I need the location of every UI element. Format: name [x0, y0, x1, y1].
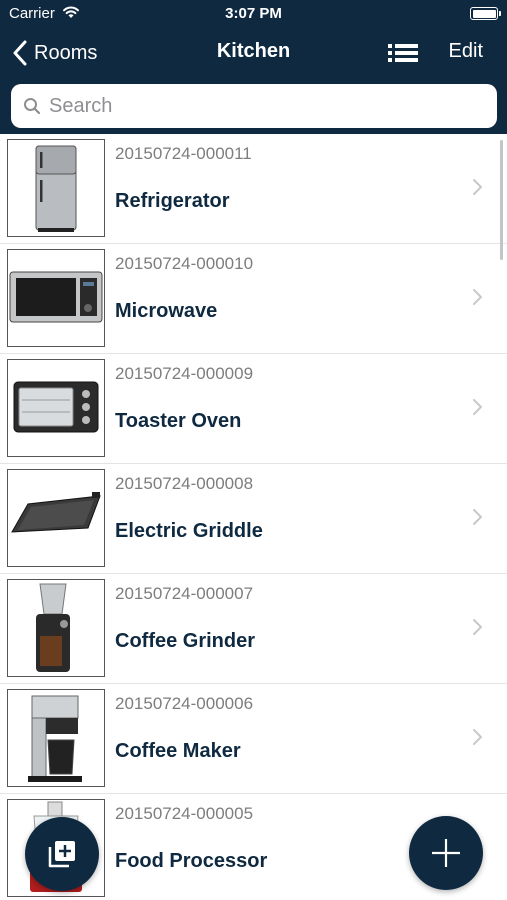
battery-icon — [470, 7, 501, 20]
item-thumbnail — [7, 249, 105, 347]
chevron-right-icon — [473, 399, 482, 415]
app-header: Carrier 3:07 PM Rooms Kitchen Edit — [0, 0, 507, 134]
item-id: 20150724-000008 — [115, 474, 254, 493]
add-photo-button[interactable] — [25, 817, 99, 891]
status-bar: Carrier 3:07 PM — [0, 0, 507, 28]
item-name: Microwave — [115, 300, 218, 322]
item-thumbnail — [7, 689, 105, 787]
list-item[interactable]: 20150724-000006 Coffee Maker — [0, 684, 507, 794]
item-name: Toaster Oven — [115, 410, 242, 432]
item-list[interactable]: 20150724-000011 Refrigerator 20150724-00… — [0, 134, 507, 900]
refrigerator-icon — [35, 145, 77, 232]
add-photo-icon — [48, 841, 75, 868]
chevron-right-icon — [473, 619, 482, 635]
back-button[interactable]: Rooms — [12, 38, 97, 68]
chevron-right-icon — [473, 509, 482, 525]
chevron-right-icon — [473, 179, 482, 195]
item-name: Electric Griddle — [115, 520, 263, 542]
item-id: 20150724-000007 — [115, 584, 254, 603]
item-thumbnail — [7, 139, 105, 237]
coffee-grinder-icon — [36, 583, 70, 672]
list-item[interactable]: 20150724-000007 Coffee Grinder — [0, 574, 507, 684]
back-button-label: Rooms — [34, 41, 98, 64]
edit-button[interactable]: Edit — [449, 40, 483, 63]
item-id: 20150724-000006 — [115, 694, 254, 713]
add-item-button[interactable] — [409, 816, 483, 890]
item-name: Refrigerator — [115, 190, 230, 212]
list-item[interactable]: 20150724-000009 Toaster Oven — [0, 354, 507, 464]
toaster-oven-icon — [13, 381, 99, 433]
microwave-icon — [9, 271, 103, 323]
item-id: 20150724-000005 — [115, 804, 254, 823]
item-thumbnail — [7, 469, 105, 567]
list-item[interactable]: 20150724-000008 Electric Griddle — [0, 464, 507, 574]
chevron-right-icon — [473, 289, 482, 305]
chevron-left-icon — [13, 40, 27, 66]
item-id: 20150724-000009 — [115, 364, 254, 383]
item-thumbnail — [7, 359, 105, 457]
item-name: Food Processor — [115, 850, 268, 872]
item-name: Coffee Maker — [115, 740, 241, 762]
item-thumbnail — [7, 579, 105, 677]
item-name: Coffee Grinder — [115, 630, 256, 652]
clock-time: 3:07 PM — [225, 5, 282, 22]
search-bar[interactable] — [11, 84, 497, 128]
search-input[interactable] — [49, 94, 489, 118]
coffee-maker-icon — [28, 695, 82, 782]
scroll-indicator[interactable] — [500, 140, 503, 260]
search-icon — [24, 98, 41, 115]
list-item[interactable]: 20150724-000011 Refrigerator — [0, 134, 507, 244]
item-id: 20150724-000010 — [115, 254, 254, 273]
griddle-icon — [11, 492, 101, 533]
item-id: 20150724-000011 — [115, 144, 252, 163]
navigation-bar: Rooms Kitchen Edit — [0, 28, 507, 78]
chevron-right-icon — [473, 729, 482, 745]
list-view-icon[interactable] — [386, 41, 420, 65]
plus-icon — [432, 839, 460, 867]
list-item[interactable]: 20150724-000010 Microwave — [0, 244, 507, 354]
